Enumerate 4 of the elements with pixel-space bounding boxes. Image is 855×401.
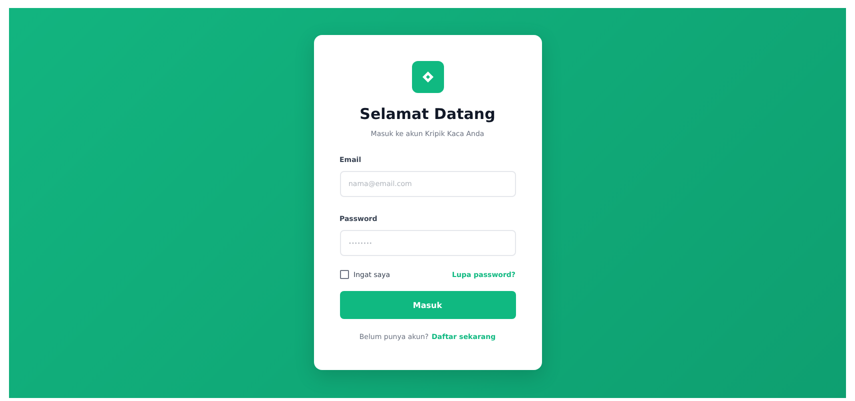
checkbox[interactable] — [340, 270, 348, 279]
logo-icon — [412, 61, 444, 93]
submit-button[interactable]: Masuk — [340, 291, 516, 319]
card-title: Selamat Datang — [358, 104, 496, 124]
